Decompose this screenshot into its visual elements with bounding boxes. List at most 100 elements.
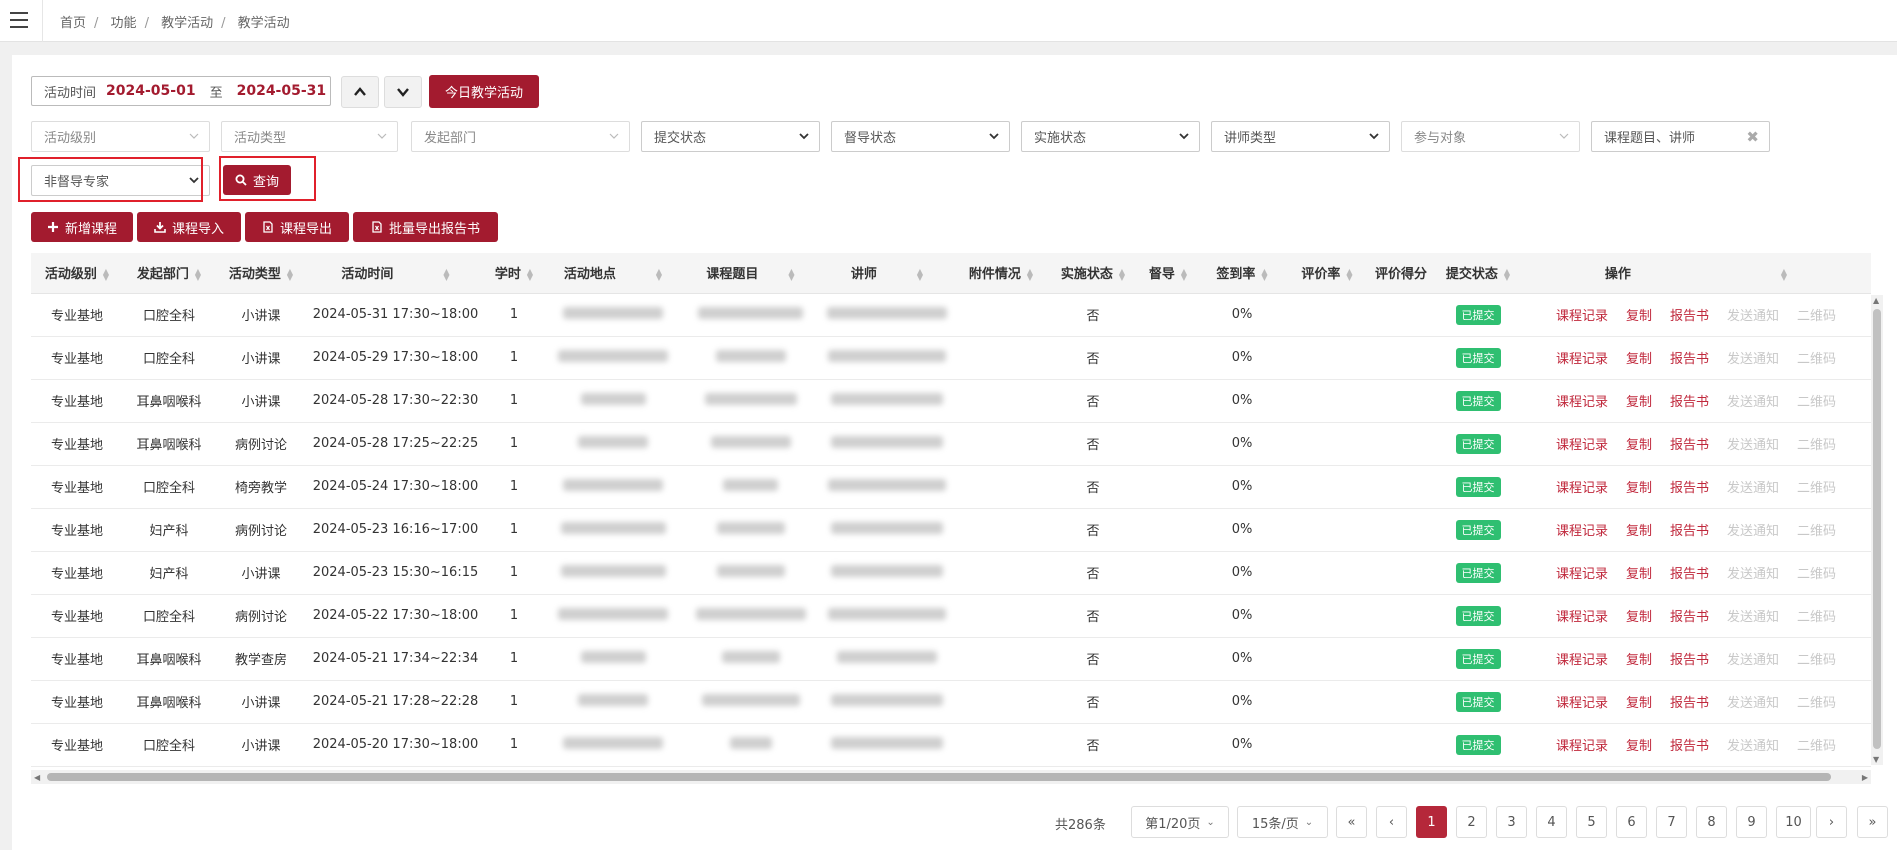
filter-activity-level[interactable]: 活动级别 <box>31 121 210 152</box>
filter-implementation-status[interactable]: 实施状态 <box>1021 121 1200 152</box>
send-notice-link[interactable]: 发送通知 <box>1727 438 1779 453</box>
course-record-link[interactable]: 课程记录 <box>1556 610 1608 625</box>
col-header-implementation[interactable]: 实施状态 ▲ ▼ <box>1047 253 1139 294</box>
copy-link[interactable]: 复制 <box>1626 524 1652 539</box>
col-header-eval-rate[interactable]: 评价率 ▲ ▼ <box>1287 253 1367 294</box>
menu-toggle-icon[interactable] <box>10 12 28 28</box>
send-notice-link[interactable]: 发送通知 <box>1727 309 1779 324</box>
page-number-button[interactable]: 9 <box>1736 806 1767 838</box>
send-notice-link[interactable]: 发送通知 <box>1727 610 1779 625</box>
clear-icon[interactable]: ✖ <box>1746 128 1759 146</box>
report-link[interactable]: 报告书 <box>1670 524 1709 539</box>
table-row[interactable]: 专业基地 口腔全科 病例讨论 2024-05-22 17:30~18:00 1 否 0% 已提… <box>31 594 1871 638</box>
filter-submit-status[interactable]: 提交状态 <box>641 121 820 152</box>
send-notice-link[interactable]: 发送通知 <box>1727 653 1779 668</box>
table-row[interactable]: 专业基地 口腔全科 椅旁教学 2024-05-24 17:30~18:00 1 否 0% 已提… <box>31 465 1871 509</box>
date-end[interactable]: 2024-05-31 <box>237 83 327 99</box>
qrcode-link[interactable]: 二维码 <box>1797 653 1836 668</box>
export-course-button[interactable]: 课程导出 <box>245 212 349 242</box>
copy-link[interactable]: 复制 <box>1626 309 1652 324</box>
send-notice-link[interactable]: 发送通知 <box>1727 481 1779 496</box>
col-header-time[interactable]: 活动时间 ▲ ▼ <box>307 253 484 294</box>
page-number-button[interactable]: 6 <box>1616 806 1647 838</box>
date-start[interactable]: 2024-05-01 <box>106 83 196 99</box>
qrcode-link[interactable]: 二维码 <box>1797 481 1836 496</box>
page-number-button[interactable]: 4 <box>1536 806 1567 838</box>
scroll-left-icon[interactable]: ◀ <box>34 773 40 782</box>
next-page-button[interactable]: › <box>1816 806 1847 838</box>
breadcrumb-function[interactable]: 功能 <box>111 16 137 31</box>
copy-link[interactable]: 复制 <box>1626 438 1652 453</box>
col-header-type[interactable]: 活动类型 ▲ ▼ <box>215 253 307 294</box>
copy-link[interactable]: 复制 <box>1626 653 1652 668</box>
col-header-course-title[interactable]: 课程题目 ▲ ▼ <box>682 253 819 294</box>
prev-month-button[interactable] <box>341 76 379 108</box>
report-link[interactable]: 报告书 <box>1670 309 1709 324</box>
course-record-link[interactable]: 课程记录 <box>1556 696 1608 711</box>
table-row[interactable]: 专业基地 口腔全科 小讲课 2024-05-31 17:30~18:00 1 否 0% 已提交… <box>31 293 1871 337</box>
qrcode-link[interactable]: 二维码 <box>1797 309 1836 324</box>
send-notice-link[interactable]: 发送通知 <box>1727 524 1779 539</box>
table-row[interactable]: 专业基地 口腔全科 小讲课 2024-05-20 17:30~18:00 1 否 0% 已提交… <box>31 723 1871 767</box>
qrcode-link[interactable]: 二维码 <box>1797 696 1836 711</box>
report-link[interactable]: 报告书 <box>1670 696 1709 711</box>
report-link[interactable]: 报告书 <box>1670 567 1709 582</box>
today-activity-button[interactable]: 今日教学活动 <box>429 75 539 108</box>
copy-link[interactable]: 复制 <box>1626 395 1652 410</box>
page-number-button[interactable]: 10 <box>1776 806 1811 838</box>
page-number-button[interactable]: 8 <box>1696 806 1727 838</box>
report-link[interactable]: 报告书 <box>1670 739 1709 754</box>
next-month-button[interactable] <box>384 76 422 108</box>
copy-link[interactable]: 复制 <box>1626 567 1652 582</box>
course-record-link[interactable]: 课程记录 <box>1556 567 1608 582</box>
filter-department[interactable]: 发起部门 <box>411 121 630 152</box>
page-select[interactable]: 第1/20页 ⌄ <box>1131 806 1229 838</box>
qrcode-link[interactable]: 二维码 <box>1797 438 1836 453</box>
qrcode-link[interactable]: 二维码 <box>1797 352 1836 367</box>
col-header-sign-rate[interactable]: 签到率 ▲ ▼ <box>1197 253 1287 294</box>
scroll-right-icon[interactable]: ▶ <box>1862 773 1868 782</box>
copy-link[interactable]: 复制 <box>1626 352 1652 367</box>
send-notice-link[interactable]: 发送通知 <box>1727 352 1779 367</box>
first-page-button[interactable]: « <box>1336 806 1367 838</box>
page-size-select[interactable]: 15条/页 ⌄ <box>1237 806 1328 838</box>
report-link[interactable]: 报告书 <box>1670 653 1709 668</box>
batch-export-report-button[interactable]: 批量导出报告书 <box>353 212 498 242</box>
scroll-up-icon[interactable]: ▲ <box>1873 296 1879 305</box>
report-link[interactable]: 报告书 <box>1670 438 1709 453</box>
course-record-link[interactable]: 课程记录 <box>1556 438 1608 453</box>
page-number-button[interactable]: 7 <box>1656 806 1687 838</box>
table-row[interactable]: 专业基地 耳鼻咽喉科 小讲课 2024-05-28 17:30~22:30 1 否 0% 已提… <box>31 379 1871 423</box>
qrcode-link[interactable]: 二维码 <box>1797 567 1836 582</box>
scrollbar-thumb[interactable] <box>1873 309 1881 749</box>
qrcode-link[interactable]: 二维码 <box>1797 739 1836 754</box>
copy-link[interactable]: 复制 <box>1626 739 1652 754</box>
breadcrumb-teaching[interactable]: 教学活动 <box>161 16 213 31</box>
search-input[interactable]: 课程题目、讲师 ✖ <box>1591 121 1770 152</box>
filter-participants[interactable]: 参与对象 <box>1401 121 1580 152</box>
report-link[interactable]: 报告书 <box>1670 352 1709 367</box>
send-notice-link[interactable]: 发送通知 <box>1727 696 1779 711</box>
course-record-link[interactable]: 课程记录 <box>1556 352 1608 367</box>
col-header-level[interactable]: 活动级别 ▲ ▼ <box>31 253 123 294</box>
prev-page-button[interactable]: ‹ <box>1376 806 1407 838</box>
table-row[interactable]: 专业基地 耳鼻咽喉科 教学查房 2024-05-21 17:34~22:34 1 否 0% 已… <box>31 637 1871 681</box>
send-notice-link[interactable]: 发送通知 <box>1727 395 1779 410</box>
col-header-supervision[interactable]: 督导 ▲ ▼ <box>1139 253 1197 294</box>
send-notice-link[interactable]: 发送通知 <box>1727 567 1779 582</box>
copy-link[interactable]: 复制 <box>1626 481 1652 496</box>
filter-supervision-status[interactable]: 督导状态 <box>831 121 1010 152</box>
scrollbar-thumb[interactable] <box>47 773 1831 781</box>
table-row[interactable]: 专业基地 口腔全科 小讲课 2024-05-29 17:30~18:00 1 否 0% 已提交… <box>31 336 1871 380</box>
copy-link[interactable]: 复制 <box>1626 696 1652 711</box>
report-link[interactable]: 报告书 <box>1670 395 1709 410</box>
qrcode-link[interactable]: 二维码 <box>1797 610 1836 625</box>
col-header-location[interactable]: 活动地点 ▲ ▼ <box>544 253 682 294</box>
course-record-link[interactable]: 课程记录 <box>1556 524 1608 539</box>
page-number-button[interactable]: 5 <box>1576 806 1607 838</box>
copy-link[interactable]: 复制 <box>1626 610 1652 625</box>
table-row[interactable]: 专业基地 妇产科 小讲课 2024-05-23 15:30~16:15 1 否 0% 已提交课… <box>31 551 1871 595</box>
scroll-down-icon[interactable]: ▼ <box>1873 755 1879 764</box>
table-row[interactable]: 专业基地 耳鼻咽喉科 小讲课 2024-05-21 17:28~22:28 1 否 0% 已提… <box>31 680 1871 724</box>
col-header-hours[interactable]: 学时 ▲ ▼ <box>484 253 544 294</box>
